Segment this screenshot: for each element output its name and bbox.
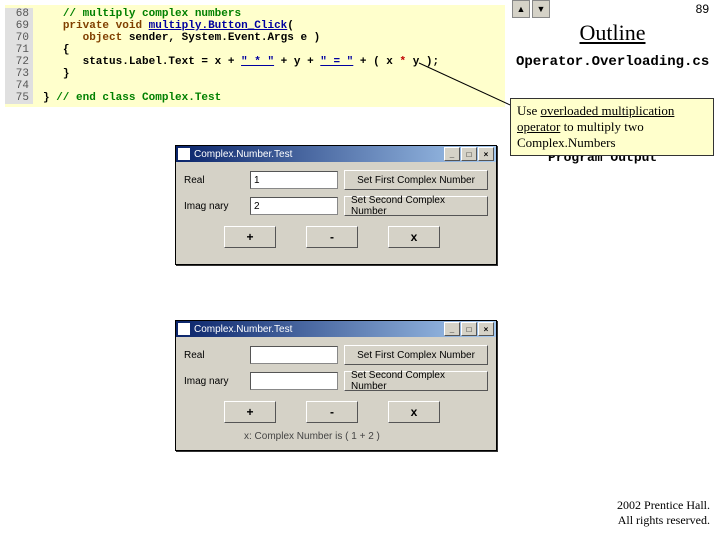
plus-button[interactable]: + xyxy=(224,401,276,423)
code-line: 74 xyxy=(5,80,505,92)
set-second-button[interactable]: Set Second Complex Number xyxy=(344,371,488,391)
line-number: 70 xyxy=(5,32,33,44)
line-number: 68 xyxy=(5,8,33,20)
code-line: 75} // end class Complex.Test xyxy=(5,92,505,104)
dialog-1: Complex.Number.Test _ □ × Real 1 Set Fir… xyxy=(175,145,497,265)
outline-title: Outline xyxy=(510,20,715,46)
code-text xyxy=(33,80,43,92)
slide-number: 89 xyxy=(696,2,709,16)
source-filename: Operator.Overloading.cs xyxy=(510,52,715,78)
window-icon xyxy=(178,323,190,335)
code-text: } // end class Complex.Test xyxy=(33,92,221,104)
imaginary-field[interactable] xyxy=(250,372,338,390)
titlebar: Complex.Number.Test _ □ × xyxy=(176,146,496,162)
nav-arrows: ▲ ▼ xyxy=(512,0,715,18)
outline-sidebar: 89 ▲ ▼ Outline Operator.Overloading.cs xyxy=(510,0,715,78)
imaginary-label: Imag nary xyxy=(184,201,244,212)
line-number: 69 xyxy=(5,20,33,32)
close-button[interactable]: × xyxy=(478,147,494,161)
real-field[interactable]: 1 xyxy=(250,171,338,189)
code-line: 69 private void multiply.Button_Click( xyxy=(5,20,505,32)
multiply-button[interactable]: x xyxy=(388,401,440,423)
imaginary-label: Imag nary xyxy=(184,376,244,387)
callout-text-1: Use xyxy=(517,103,540,118)
maximize-button[interactable]: □ xyxy=(461,147,477,161)
line-number: 74 xyxy=(5,80,33,92)
set-first-button[interactable]: Set First Complex Number xyxy=(344,170,488,190)
minimize-button[interactable]: _ xyxy=(444,322,460,336)
footer-line-1: 2002 Prentice Hall. xyxy=(617,498,710,513)
line-number: 72 xyxy=(5,56,33,68)
line-number: 71 xyxy=(5,44,33,56)
footer-line-2: All rights reserved. xyxy=(617,513,710,528)
window-icon xyxy=(178,148,190,160)
status-label: x: Complex Number is ( 1 + 2 ) xyxy=(184,431,488,442)
minus-button[interactable]: - xyxy=(306,401,358,423)
dialog-2: Complex.Number.Test _ □ × Real Set First… xyxy=(175,320,497,451)
code-text: // multiply complex numbers xyxy=(33,8,241,20)
window-title: Complex.Number.Test xyxy=(194,324,443,335)
code-text: } xyxy=(33,68,69,80)
minimize-button[interactable]: _ xyxy=(444,147,460,161)
maximize-button[interactable]: □ xyxy=(461,322,477,336)
line-number: 73 xyxy=(5,68,33,80)
line-number: 75 xyxy=(5,92,33,104)
set-second-button[interactable]: Set Second Complex Number xyxy=(344,196,488,216)
code-text: status.Label.Text = x + " * " + y + " = … xyxy=(33,56,439,68)
real-label: Real xyxy=(184,350,244,361)
plus-button[interactable]: + xyxy=(224,226,276,248)
code-block: 68 // multiply complex numbers69 private… xyxy=(5,5,505,107)
code-line: 68 // multiply complex numbers xyxy=(5,8,505,20)
close-button[interactable]: × xyxy=(478,322,494,336)
up-arrow-icon[interactable]: ▲ xyxy=(512,0,530,18)
minus-button[interactable]: - xyxy=(306,226,358,248)
multiply-button[interactable]: x xyxy=(388,226,440,248)
code-text: object sender, System.Event.Args e ) xyxy=(33,32,320,44)
copyright-footer: 2002 Prentice Hall. All rights reserved. xyxy=(617,498,710,528)
code-line: 70 object sender, System.Event.Args e ) xyxy=(5,32,505,44)
real-field[interactable] xyxy=(250,346,338,364)
callout-box: Use overloaded multiplication operator t… xyxy=(510,98,714,156)
code-line: 72 status.Label.Text = x + " * " + y + "… xyxy=(5,56,505,68)
code-text: { xyxy=(33,44,69,56)
titlebar: Complex.Number.Test _ □ × xyxy=(176,321,496,337)
code-line: 71 { xyxy=(5,44,505,56)
code-line: 73 } xyxy=(5,68,505,80)
window-title: Complex.Number.Test xyxy=(194,149,443,160)
down-arrow-icon[interactable]: ▼ xyxy=(532,0,550,18)
real-label: Real xyxy=(184,175,244,186)
imaginary-field[interactable]: 2 xyxy=(250,197,338,215)
code-text: private void multiply.Button_Click( xyxy=(33,20,294,32)
set-first-button[interactable]: Set First Complex Number xyxy=(344,345,488,365)
